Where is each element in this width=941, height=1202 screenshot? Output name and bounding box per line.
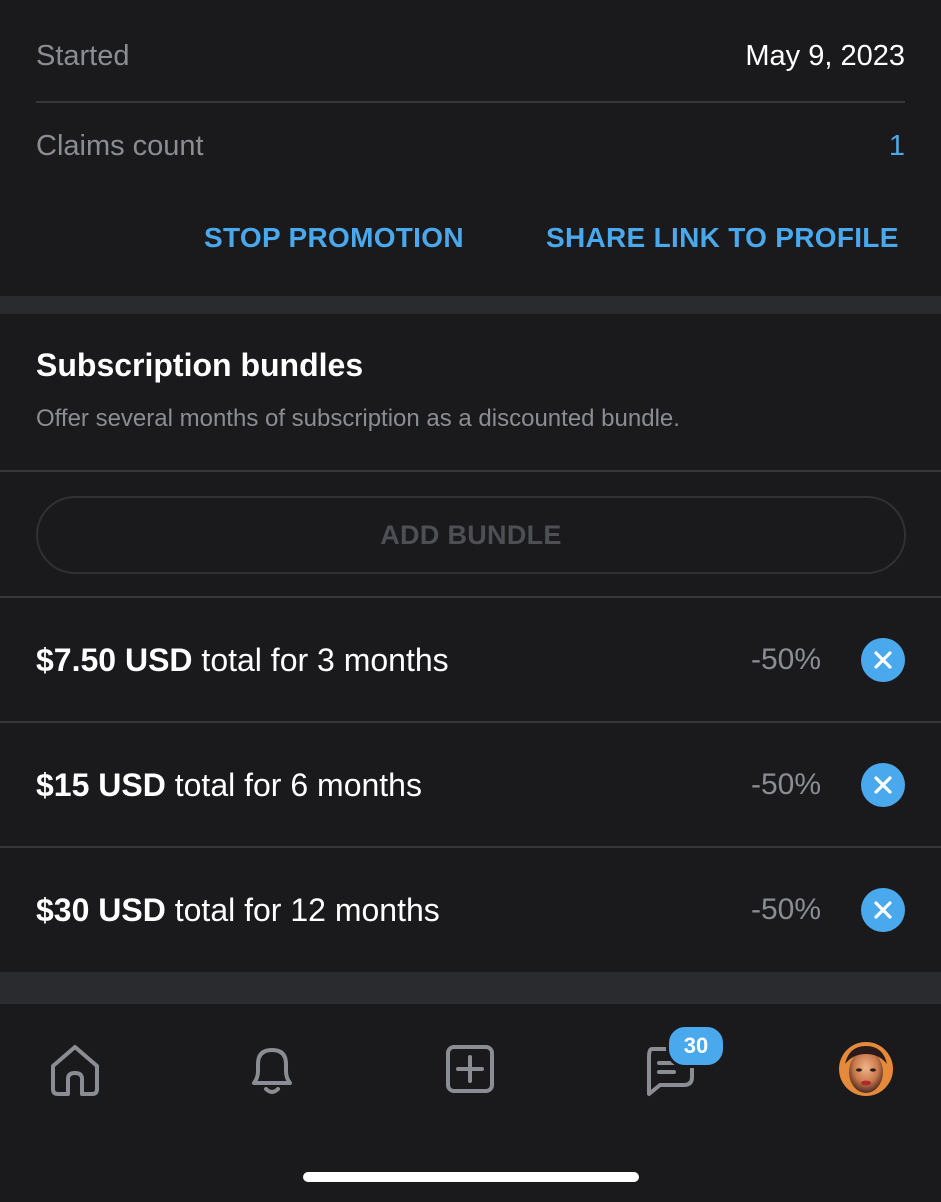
- share-link-button[interactable]: SHARE LINK TO PROFILE: [546, 222, 899, 254]
- close-icon: [874, 901, 892, 919]
- bundle-price: $7.50 USD: [36, 641, 193, 678]
- bundle-row: $30 USD total for 12 months -50%: [36, 848, 905, 972]
- remove-bundle-button[interactable]: [861, 638, 905, 682]
- bundle-term: total for 12 months: [165, 891, 440, 928]
- nav-notifications[interactable]: [237, 1034, 307, 1104]
- started-value: May 9, 2023: [745, 39, 905, 72]
- add-post-icon: [446, 1045, 494, 1093]
- remove-bundle-button[interactable]: [861, 888, 905, 932]
- started-row: Started May 9, 2023: [36, 30, 905, 82]
- nav-new-post[interactable]: [435, 1034, 505, 1104]
- messages-badge: 30: [666, 1024, 726, 1068]
- bundle-discount: -50%: [750, 643, 821, 676]
- claims-label: Claims count: [36, 129, 204, 162]
- bundle-price: $30 USD: [36, 891, 166, 928]
- close-icon: [874, 651, 892, 669]
- bundle-description: $7.50 USD total for 3 months: [36, 642, 751, 679]
- claims-value: 1: [888, 129, 905, 162]
- bundle-term: total for 6 months: [165, 766, 422, 803]
- bundle-description: $30 USD total for 12 months: [36, 892, 751, 929]
- home-indicator[interactable]: [303, 1172, 639, 1182]
- bundle-price: $15 USD: [36, 766, 166, 803]
- bundle-row: $7.50 USD total for 3 months -50%: [36, 598, 905, 722]
- nav-home[interactable]: [40, 1034, 110, 1104]
- section-separator: [0, 296, 941, 314]
- started-label: Started: [36, 39, 130, 72]
- bundle-term: total for 3 months: [192, 641, 449, 678]
- bundle-description: $15 USD total for 6 months: [36, 767, 751, 804]
- remove-bundle-button[interactable]: [861, 763, 905, 807]
- divider: [0, 470, 941, 472]
- stop-promotion-button[interactable]: STOP PROMOTION: [204, 222, 464, 254]
- bundle-discount: -50%: [750, 893, 821, 926]
- nav-profile[interactable]: [831, 1034, 901, 1104]
- close-icon: [874, 776, 892, 794]
- bundle-row: $15 USD total for 6 months -50%: [36, 723, 905, 847]
- bell-icon: [252, 1048, 292, 1094]
- section-title: Subscription bundles: [36, 347, 364, 383]
- add-bundle-button[interactable]: ADD BUNDLE: [36, 496, 906, 574]
- home-icon: [51, 1045, 99, 1096]
- bundle-discount: -50%: [750, 768, 821, 801]
- section-separator: [0, 972, 941, 1002]
- divider: [36, 101, 905, 103]
- section-description: Offer several months of subscription as …: [36, 405, 680, 432]
- claims-row: Claims count 1: [36, 120, 905, 172]
- avatar: [839, 1042, 893, 1096]
